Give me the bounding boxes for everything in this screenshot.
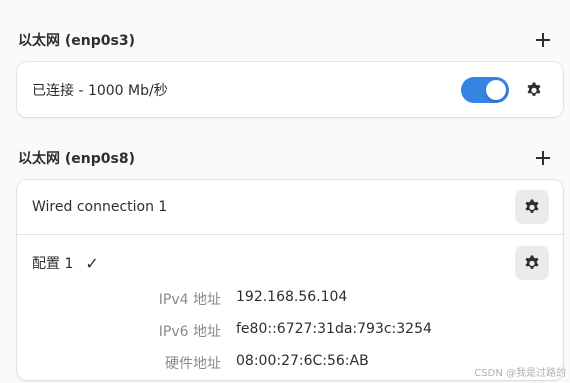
connection-name: Wired connection 1 [32, 199, 168, 215]
plus-icon [536, 33, 550, 47]
connection-settings-button[interactable] [523, 79, 545, 101]
connection-toggle[interactable] [461, 77, 509, 103]
detail-value: 08:00:27:6C:56:AB [236, 353, 369, 369]
add-connection-button[interactable] [532, 29, 554, 51]
add-connection-button[interactable] [532, 147, 554, 169]
watermark: CSDN @我是过路的 [474, 368, 566, 379]
detail-row-ipv6: IPv6 地址 fe80::6727:31da:793c:3254 [17, 321, 563, 341]
detail-label: IPv4 地址 [158, 292, 221, 308]
connection-row: 已连接 - 1000 Mb/秒 [17, 62, 563, 117]
connection-status: 已连接 - 1000 Mb/秒 [32, 82, 168, 99]
detail-label: 硬件地址 [165, 356, 221, 372]
section-title: 以太网 (enp0s8) [18, 151, 135, 167]
section-title: 以太网 (enp0s3) [18, 33, 135, 49]
detail-row-ipv4: IPv4 地址 192.168.56.104 [17, 289, 563, 309]
section-header-enp0s3: 以太网 (enp0s3) [18, 28, 554, 52]
connection-row: Wired connection 1 [17, 180, 563, 234]
section-header-enp0s8: 以太网 (enp0s8) [18, 146, 554, 170]
detail-value: fe80::6727:31da:793c:3254 [236, 321, 432, 337]
profile-name: 配置 1 [32, 256, 74, 272]
profile-settings-button[interactable] [515, 246, 549, 280]
plus-icon [536, 151, 550, 165]
toggle-knob [486, 80, 506, 100]
connection-settings-button[interactable] [515, 190, 549, 224]
detail-label: IPv6 地址 [158, 324, 221, 340]
gear-icon [525, 199, 539, 213]
check-icon: ✓ [85, 253, 99, 273]
gear-icon [525, 255, 539, 269]
detail-value: 192.168.56.104 [236, 289, 348, 305]
profile-row[interactable]: 配置 1 ✓ [17, 235, 563, 291]
connection-card-enp0s8: Wired connection 1 配置 1 ✓ IPv4 地址 192.16… [17, 180, 563, 380]
gear-icon [527, 82, 541, 96]
connection-card-enp0s3: 已连接 - 1000 Mb/秒 [17, 62, 563, 117]
